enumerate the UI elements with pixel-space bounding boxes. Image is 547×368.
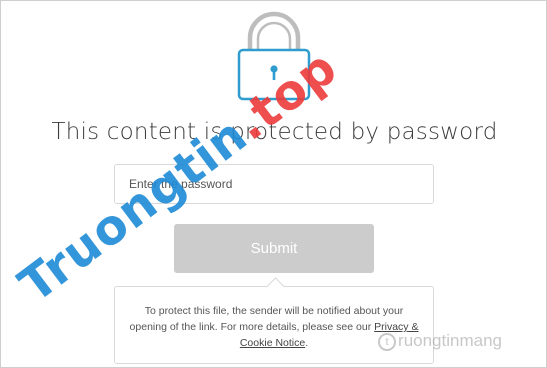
submit-button[interactable]: Submit — [174, 224, 374, 273]
page-title: This content is protected by password — [51, 119, 498, 145]
notice-suffix: . — [305, 337, 309, 349]
lock-keyhole-slot — [272, 70, 276, 80]
password-input[interactable] — [114, 164, 434, 204]
privacy-notice: To protect this file, the sender will be… — [114, 277, 434, 364]
notice-caret — [266, 277, 285, 296]
lock-shackle-inner — [256, 21, 292, 51]
notice-text: To protect this file, the sender will be… — [129, 305, 404, 333]
padlock-icon — [237, 11, 311, 101]
